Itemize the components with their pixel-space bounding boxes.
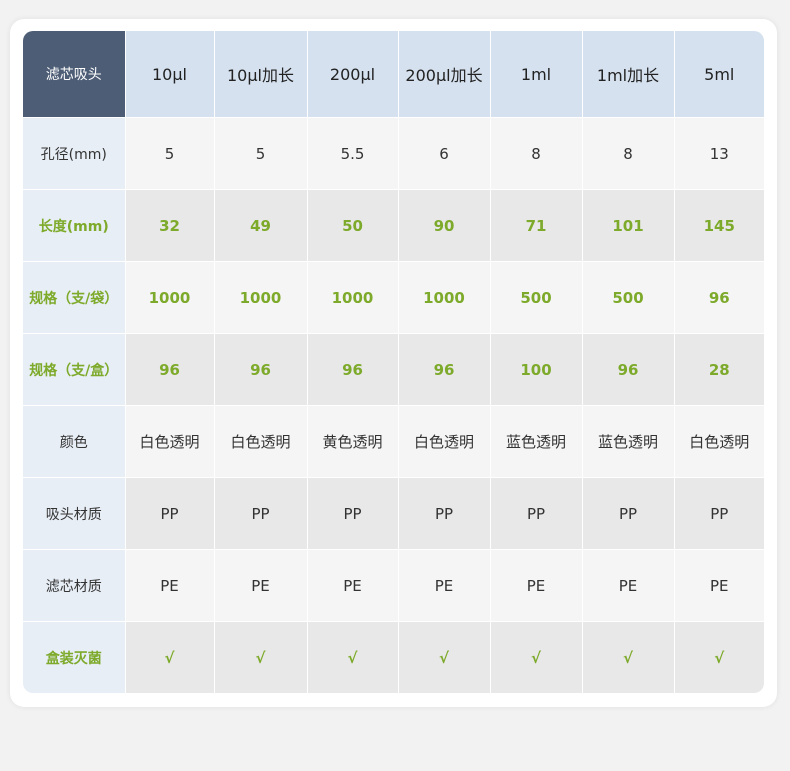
check-mark: √ xyxy=(490,621,583,693)
corner-header: 滤芯吸头 xyxy=(23,31,126,118)
table-cell: PP xyxy=(490,477,583,550)
row-label: 长度(mm) xyxy=(23,189,126,262)
table-cell: 28 xyxy=(674,333,764,406)
row-label: 滤芯材质 xyxy=(23,549,126,622)
column-header: 5ml xyxy=(674,31,764,118)
check-mark: √ xyxy=(307,621,399,693)
table-cell: 1000 xyxy=(214,261,308,334)
row-label: 吸头材质 xyxy=(23,477,126,550)
table-cell: 1000 xyxy=(398,261,491,334)
table-cell: 90 xyxy=(398,189,491,262)
table-cell: 6 xyxy=(398,117,491,190)
table-cell: PE xyxy=(398,549,491,622)
table-cell: 黄色透明 xyxy=(307,405,399,478)
table-cell: PP xyxy=(214,477,308,550)
check-mark: √ xyxy=(214,621,308,693)
table-cell: PE xyxy=(125,549,215,622)
table-row-per-bag: 规格（支/袋） 1000 1000 1000 1000 500 500 96 xyxy=(23,261,764,334)
check-mark: √ xyxy=(674,621,764,693)
table-cell: 96 xyxy=(307,333,399,406)
table-row-per-box: 规格（支/盒） 96 96 96 96 100 96 28 xyxy=(23,333,764,406)
table-cell: 32 xyxy=(125,189,215,262)
row-label: 盒装灭菌 xyxy=(23,621,126,693)
table-cell: 71 xyxy=(490,189,583,262)
table-cell: PE xyxy=(214,549,308,622)
table-row-pore-size: 孔径(mm) 5 5 5.5 6 8 8 13 xyxy=(23,117,764,190)
table-cell: 49 xyxy=(214,189,308,262)
table-row-filter-material: 滤芯材质 PE PE PE PE PE PE PE xyxy=(23,549,764,622)
column-header: 1ml xyxy=(490,31,583,118)
row-label: 孔径(mm) xyxy=(23,117,126,190)
table-cell: 96 xyxy=(125,333,215,406)
table-cell: 5.5 xyxy=(307,117,399,190)
table-cell: 5 xyxy=(125,117,215,190)
table-cell: 13 xyxy=(674,117,764,190)
row-label: 规格（支/袋） xyxy=(23,261,126,334)
table-cell: 8 xyxy=(490,117,583,190)
column-header: 200µl xyxy=(307,31,399,118)
table-cell: 8 xyxy=(582,117,675,190)
table-cell: PE xyxy=(307,549,399,622)
table-row-length: 长度(mm) 32 49 50 90 71 101 145 xyxy=(23,189,764,262)
table-cell: 96 xyxy=(582,333,675,406)
table-cell: 1000 xyxy=(125,261,215,334)
table-cell: 500 xyxy=(582,261,675,334)
table-row-tip-material: 吸头材质 PP PP PP PP PP PP PP xyxy=(23,477,764,550)
table-cell: 5 xyxy=(214,117,308,190)
table-cell: PP xyxy=(674,477,764,550)
column-header: 10µl xyxy=(125,31,215,118)
table-cell: 100 xyxy=(490,333,583,406)
column-header: 10µl加长 xyxy=(214,31,308,118)
table-cell: PP xyxy=(125,477,215,550)
table-cell: 500 xyxy=(490,261,583,334)
table-row-sterilized: 盒装灭菌 √ √ √ √ √ √ √ xyxy=(23,621,764,693)
table-cell: PE xyxy=(490,549,583,622)
column-header: 200µl加长 xyxy=(398,31,491,118)
table-cell: 96 xyxy=(214,333,308,406)
check-mark: √ xyxy=(125,621,215,693)
table-cell: PP xyxy=(582,477,675,550)
check-mark: √ xyxy=(398,621,491,693)
table-cell: PP xyxy=(398,477,491,550)
row-label: 颜色 xyxy=(23,405,126,478)
table-cell: 96 xyxy=(674,261,764,334)
table-cell: PP xyxy=(307,477,399,550)
table-cell: 白色透明 xyxy=(398,405,491,478)
header-row: 滤芯吸头 10µl 10µl加长 200µl 200µl加长 1ml 1ml加长… xyxy=(23,31,764,118)
table-cell: PE xyxy=(582,549,675,622)
table-cell: 蓝色透明 xyxy=(490,405,583,478)
table-cell: 白色透明 xyxy=(125,405,215,478)
row-label: 规格（支/盒） xyxy=(23,333,126,406)
table-row-color: 颜色 白色透明 白色透明 黄色透明 白色透明 蓝色透明 蓝色透明 白色透明 xyxy=(23,405,764,478)
table-cell: 1000 xyxy=(307,261,399,334)
table-cell: 50 xyxy=(307,189,399,262)
table-cell: PE xyxy=(674,549,764,622)
table-cell: 蓝色透明 xyxy=(582,405,675,478)
table-cell: 96 xyxy=(398,333,491,406)
table-cell: 白色透明 xyxy=(214,405,308,478)
table-cell: 101 xyxy=(582,189,675,262)
table-cell: 白色透明 xyxy=(674,405,764,478)
table-cell: 145 xyxy=(674,189,764,262)
column-header: 1ml加长 xyxy=(582,31,675,118)
check-mark: √ xyxy=(582,621,675,693)
spec-table: 滤芯吸头 10µl 10µl加长 200µl 200µl加长 1ml 1ml加长… xyxy=(23,31,764,693)
